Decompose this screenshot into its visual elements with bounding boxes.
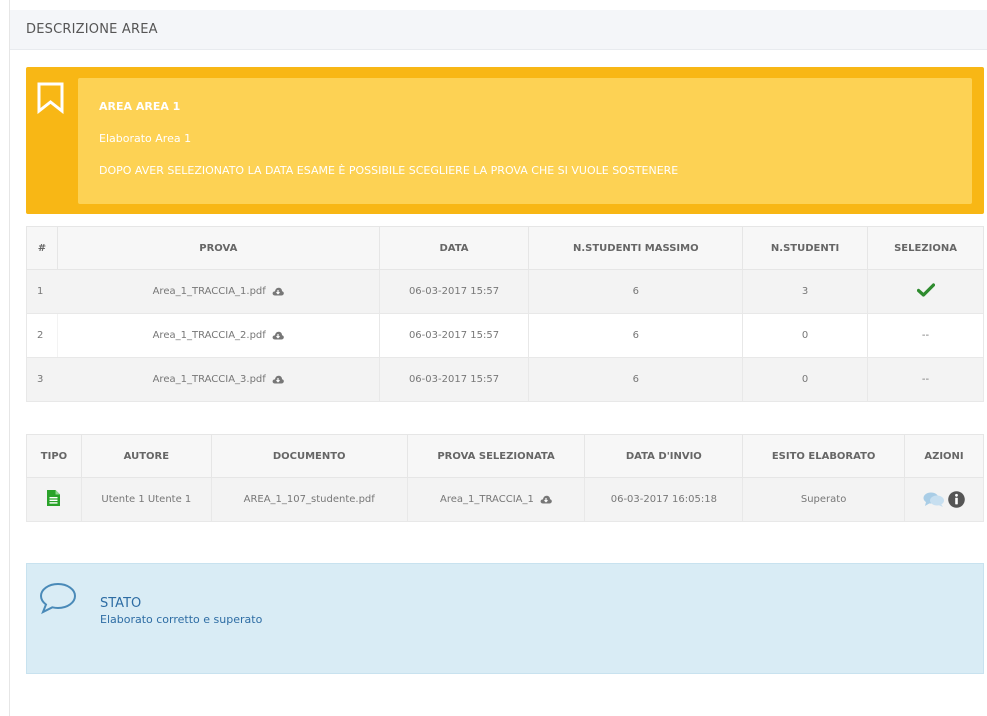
col-documento: DOCUMENTO xyxy=(210,434,408,478)
prova-cell: Area_1_TRACCIA_2.pdf xyxy=(56,313,380,358)
stato-description: Elaborato corretto e superato xyxy=(100,613,263,626)
cloud-download-icon[interactable] xyxy=(272,287,284,296)
table-row: 2 Area_1_TRACCIA_2.pdf 06-03-2017 15:57 … xyxy=(26,313,984,358)
date-cell: 06-03-2017 15:57 xyxy=(378,357,530,402)
prove-header-row: # PROVA DATA N.STUDENTI MASSIMO N.STUDEN… xyxy=(26,226,984,270)
studenti-cell: 0 xyxy=(742,357,869,402)
col-studenti: N.STUDENTI xyxy=(742,226,869,270)
documento-cell: AREA_1_107_studente.pdf xyxy=(210,477,408,522)
col-esito: ESITO ELABORATO xyxy=(742,434,906,478)
check-icon xyxy=(916,283,935,297)
autore-cell: Utente 1 Utente 1 xyxy=(80,477,212,522)
max-cell: 6 xyxy=(528,269,744,314)
elaborati-table: TIPO AUTORE DOCUMENTO PROVA SELEZIONATA … xyxy=(26,434,984,522)
col-autore: AUTORE xyxy=(80,434,212,478)
col-prova-selezionata: PROVA SELEZIONATA xyxy=(406,434,586,478)
row-num: 3 xyxy=(26,357,58,402)
tipo-cell xyxy=(26,477,82,522)
seleziona-cell: -- xyxy=(867,313,984,358)
panel-title: DESCRIZIONE AREA xyxy=(26,22,158,37)
alert-instructions: DOPO AVER SELEZIONATO LA DATA ESAME È PO… xyxy=(99,164,679,177)
col-prova: PROVA xyxy=(56,226,380,270)
file-document-icon xyxy=(47,490,61,506)
prova-file-link[interactable]: Area_1_TRACCIA_2.pdf xyxy=(153,330,266,341)
alert-area-name: AREA AREA 1 xyxy=(99,100,181,113)
left-border xyxy=(9,0,10,716)
table-row: Utente 1 Utente 1 AREA_1_107_studente.pd… xyxy=(26,477,984,522)
prove-table: # PROVA DATA N.STUDENTI MASSIMO N.STUDEN… xyxy=(26,226,984,402)
row-num: 1 xyxy=(26,269,58,314)
studenti-cell: 0 xyxy=(742,313,869,358)
stato-title: STATO xyxy=(100,596,142,611)
cloud-download-icon[interactable] xyxy=(272,331,284,340)
col-data-invio: DATA D'INVIO xyxy=(584,434,744,478)
prova-selezionata-link[interactable]: Area_1_TRACCIA_1 xyxy=(440,494,534,505)
prova-cell: Area_1_TRACCIA_1.pdf xyxy=(56,269,380,314)
prova-file-link[interactable]: Area_1_TRACCIA_3.pdf xyxy=(153,374,266,385)
panel-header: DESCRIZIONE AREA xyxy=(10,10,987,50)
speech-bubble-icon xyxy=(39,582,77,615)
table-row: 3 Area_1_TRACCIA_3.pdf 06-03-2017 15:57 … xyxy=(26,357,984,402)
alert-warning: AREA AREA 1 Elaborato Area 1 DOPO AVER S… xyxy=(26,67,984,214)
seleziona-cell: -- xyxy=(867,357,984,402)
page: DESCRIZIONE AREA AREA AREA 1 Elaborato A… xyxy=(0,0,987,716)
bookmark-icon xyxy=(37,82,64,114)
seleziona-cell xyxy=(867,269,984,314)
prova-selezionata-cell: Area_1_TRACCIA_1 xyxy=(406,477,586,522)
max-cell: 6 xyxy=(528,357,744,402)
col-data: DATA xyxy=(378,226,530,270)
table-row: 1 Area_1_TRACCIA_1.pdf 06-03-2017 15:57 … xyxy=(26,269,984,314)
prova-file-link[interactable]: Area_1_TRACCIA_1.pdf xyxy=(153,286,266,297)
info-circle-icon[interactable] xyxy=(948,491,965,508)
comments-icon[interactable] xyxy=(923,492,945,507)
studenti-cell: 3 xyxy=(742,269,869,314)
data-invio-cell: 06-03-2017 16:05:18 xyxy=(584,477,744,522)
date-cell: 06-03-2017 15:57 xyxy=(378,313,530,358)
elaborati-header-row: TIPO AUTORE DOCUMENTO PROVA SELEZIONATA … xyxy=(26,434,984,478)
azioni-cell xyxy=(904,477,984,522)
col-azioni: AZIONI xyxy=(904,434,984,478)
col-seleziona: SELEZIONA xyxy=(867,226,984,270)
max-cell: 6 xyxy=(528,313,744,358)
documento-link[interactable]: AREA_1_107_studente.pdf xyxy=(244,494,375,505)
date-cell: 06-03-2017 15:57 xyxy=(378,269,530,314)
alert-info-stato: STATO Elaborato corretto e superato xyxy=(26,563,984,674)
alert-content: AREA AREA 1 Elaborato Area 1 DOPO AVER S… xyxy=(78,78,972,204)
col-tipo: TIPO xyxy=(26,434,82,478)
col-max-studenti: N.STUDENTI MASSIMO xyxy=(528,226,744,270)
col-num: # xyxy=(26,226,58,270)
prova-cell: Area_1_TRACCIA_3.pdf xyxy=(56,357,380,402)
row-num: 2 xyxy=(26,313,58,358)
alert-elaborato-name: Elaborato Area 1 xyxy=(99,132,192,145)
cloud-download-icon[interactable] xyxy=(272,375,284,384)
esito-cell: Superato xyxy=(742,477,906,522)
cloud-download-icon[interactable] xyxy=(540,495,552,504)
